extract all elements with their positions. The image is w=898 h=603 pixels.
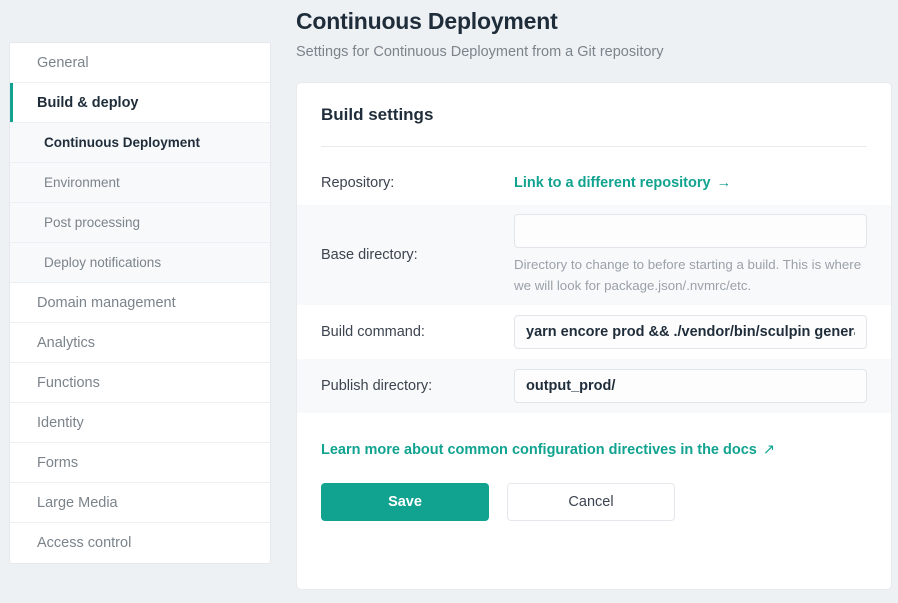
sidebar-item-domain-management[interactable]: Domain management bbox=[10, 283, 270, 323]
sidebar-item-functions[interactable]: Functions bbox=[10, 363, 270, 403]
build-command-field bbox=[514, 315, 867, 349]
page-title: Continuous Deployment bbox=[296, 8, 558, 34]
sidebar-item-label: Continuous Deployment bbox=[44, 135, 200, 150]
row-build-command: Build command: bbox=[297, 305, 891, 359]
docs-link-label: Learn more about common configuration di… bbox=[321, 442, 757, 458]
card-actions: Save Cancel bbox=[297, 459, 891, 521]
publish-directory-label: Publish directory: bbox=[321, 378, 433, 394]
sidebar-item-analytics[interactable]: Analytics bbox=[10, 323, 270, 363]
sidebar-item-environment[interactable]: Environment bbox=[10, 163, 270, 203]
base-directory-field: Directory to change to before starting a… bbox=[514, 213, 867, 296]
sidebar-item-post-processing[interactable]: Post processing bbox=[10, 203, 270, 243]
sidebar-item-label: Deploy notifications bbox=[44, 255, 162, 270]
publish-directory-field bbox=[514, 369, 867, 403]
sidebar-item-label: General bbox=[37, 54, 89, 71]
sidebar-item-label: Analytics bbox=[37, 334, 96, 351]
sidebar-item-large-media[interactable]: Large Media bbox=[10, 483, 270, 523]
docs-link-container: Learn more about common configuration di… bbox=[297, 413, 891, 459]
save-button[interactable]: Save bbox=[321, 483, 489, 521]
settings-page: General Build & deploy Continuous Deploy… bbox=[0, 0, 898, 603]
repository-label: Repository: bbox=[321, 175, 395, 191]
main-content: Continuous Deployment Settings for Conti… bbox=[290, 0, 898, 603]
sidebar-item-label: Identity bbox=[37, 414, 84, 431]
sidebar-item-continuous-deployment[interactable]: Continuous Deployment bbox=[10, 123, 270, 163]
sidebar-item-build-and-deploy[interactable]: Build & deploy bbox=[10, 83, 270, 123]
sidebar-item-label: Forms bbox=[37, 454, 79, 471]
base-directory-help: Directory to change to before starting a… bbox=[514, 256, 862, 293]
sidebar-item-label: Post processing bbox=[44, 215, 141, 230]
card-divider bbox=[321, 146, 867, 147]
settings-sidebar: General Build & deploy Continuous Deploy… bbox=[9, 42, 271, 564]
build-command-label: Build command: bbox=[321, 324, 425, 340]
repository-field: Link to a different repository → bbox=[514, 174, 867, 192]
base-directory-input[interactable] bbox=[514, 213, 867, 248]
sidebar-item-label: Environment bbox=[44, 175, 120, 190]
arrow-right-icon: → bbox=[716, 175, 732, 191]
link-label: Link to a different repository bbox=[514, 175, 711, 191]
sidebar-item-label: Access control bbox=[37, 535, 132, 551]
sidebar-item-general[interactable]: General bbox=[10, 43, 270, 83]
row-repository: Repository: Link to a different reposito… bbox=[297, 161, 891, 205]
learn-more-docs-link[interactable]: Learn more about common configuration di… bbox=[321, 442, 775, 458]
build-settings-card: Build settings Repository: Link to a dif… bbox=[296, 82, 892, 590]
row-publish-directory: Publish directory: bbox=[297, 359, 891, 413]
sidebar-item-forms[interactable]: Forms bbox=[10, 443, 270, 483]
sidebar-item-label: Domain management bbox=[37, 294, 176, 311]
publish-directory-input[interactable] bbox=[514, 369, 867, 403]
sidebar-item-label: Large Media bbox=[37, 494, 118, 511]
settings-rows: Repository: Link to a different reposito… bbox=[297, 161, 891, 413]
sidebar-item-access-control[interactable]: Access control bbox=[10, 523, 270, 563]
row-base-directory: Base directory: Directory to change to b… bbox=[297, 205, 891, 305]
build-command-input[interactable] bbox=[514, 315, 867, 349]
sidebar-item-identity[interactable]: Identity bbox=[10, 403, 270, 443]
sidebar-item-label: Functions bbox=[37, 374, 100, 391]
page-subtitle: Settings for Continuous Deployment from … bbox=[296, 44, 664, 60]
sidebar-item-label: Build & deploy bbox=[37, 94, 139, 111]
arrow-up-right-icon: ↗ bbox=[762, 442, 776, 458]
cancel-button[interactable]: Cancel bbox=[507, 483, 675, 521]
sidebar-column: General Build & deploy Continuous Deploy… bbox=[0, 0, 290, 603]
link-to-different-repository[interactable]: Link to a different repository → bbox=[514, 175, 731, 191]
base-directory-label: Base directory: bbox=[321, 247, 418, 263]
card-title: Build settings bbox=[321, 105, 434, 124]
sidebar-item-deploy-notifications[interactable]: Deploy notifications bbox=[10, 243, 270, 283]
